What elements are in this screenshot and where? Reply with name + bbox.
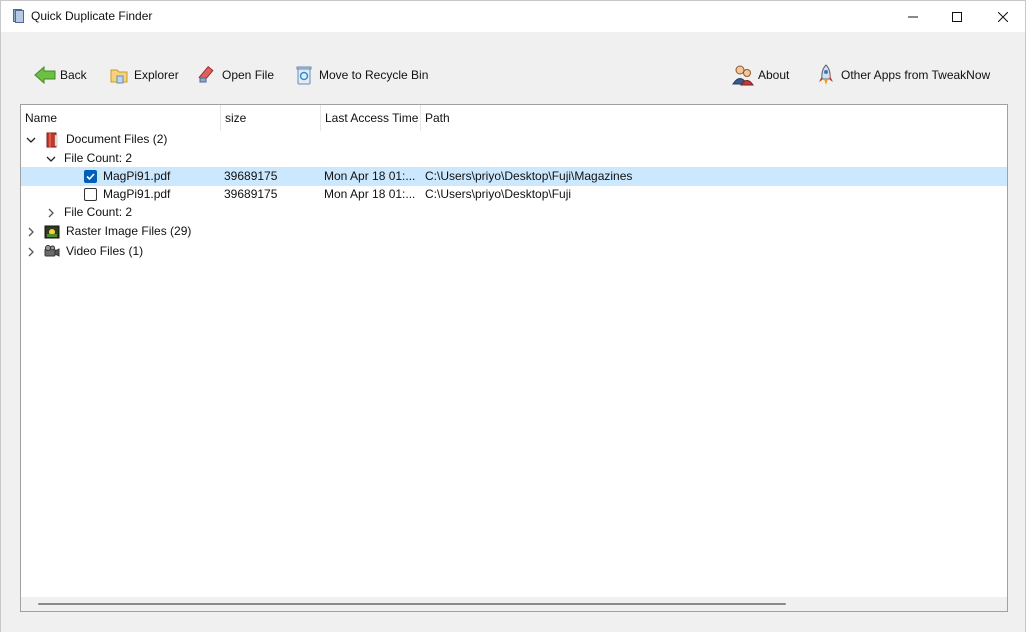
video-camera-icon: [44, 244, 60, 260]
back-arrow-icon: [34, 64, 56, 86]
open-file-button[interactable]: Open File: [196, 62, 274, 88]
horizontal-scrollbar-thumb[interactable]: [38, 603, 786, 605]
table-row[interactable]: MagPi91.pdf 39689175 Mon Apr 18 01:... C…: [21, 167, 1007, 186]
tree-group-video-files[interactable]: Video Files (1): [21, 242, 1007, 261]
app-icon: [13, 9, 24, 23]
chevron-right-icon[interactable]: [25, 222, 37, 241]
move-to-recycle-bin-button[interactable]: Move to Recycle Bin: [293, 62, 428, 88]
chevron-down-icon[interactable]: [45, 149, 57, 168]
horizontal-scrollbar[interactable]: [21, 597, 1007, 611]
maximize-icon: [952, 11, 962, 22]
tree-subgroup-file-count[interactable]: File Count: 2: [21, 149, 1007, 168]
tree-subgroup-file-count[interactable]: File Count: 2: [21, 203, 1007, 222]
recycle-label: Move to Recycle Bin: [319, 68, 429, 82]
chevron-right-icon[interactable]: [25, 242, 37, 261]
open-file-icon: [196, 64, 218, 86]
checkmark-icon: [86, 173, 95, 181]
toolbar: Back Explorer Open File Move to Recycle …: [1, 32, 1025, 104]
file-count-label: File Count: 2: [64, 205, 133, 219]
explorer-label: Explorer: [134, 68, 179, 82]
title-bar[interactable]: Quick Duplicate Finder: [1, 1, 1025, 32]
maximize-button[interactable]: [934, 1, 980, 32]
image-icon: [44, 224, 60, 240]
open-file-label: Open File: [222, 68, 275, 82]
tree-group-label: Video Files (1): [66, 244, 144, 258]
rocket-icon: [815, 64, 837, 86]
chevron-down-icon[interactable]: [25, 130, 37, 149]
column-name[interactable]: Name: [21, 105, 221, 131]
column-header: Name size Last Access Time Path: [21, 105, 1007, 131]
file-name: MagPi91.pdf: [103, 187, 171, 201]
file-count-label: File Count: 2: [64, 151, 133, 165]
window-bottom-strip: [1, 612, 1025, 632]
file-path: C:\Users\priyo\Desktop\Fuji\Magazines: [425, 169, 633, 183]
users-icon: [732, 64, 754, 86]
tree-group-document-files[interactable]: Document Files (2): [21, 130, 1007, 149]
other-apps-label: Other Apps from TweakNow: [841, 68, 991, 82]
folder-icon: [108, 64, 130, 86]
explorer-button[interactable]: Explorer: [108, 62, 179, 88]
tree-group-label: Raster Image Files (29): [66, 224, 192, 238]
column-path[interactable]: Path: [421, 105, 1007, 131]
file-last-access: Mon Apr 18 01:...: [324, 187, 416, 201]
column-last-access[interactable]: Last Access Time: [321, 105, 421, 131]
recycle-bin-icon: [293, 64, 315, 86]
app-window: Quick Duplicate Finder Back Explorer Ope…: [0, 0, 1026, 632]
table-row[interactable]: MagPi91.pdf 39689175 Mon Apr 18 01:... C…: [21, 185, 1007, 204]
tree-group-raster-image-files[interactable]: Raster Image Files (29): [21, 222, 1007, 241]
file-size: 39689175: [224, 169, 278, 183]
close-button[interactable]: [980, 1, 1026, 32]
column-size[interactable]: size: [221, 105, 321, 131]
results-tree[interactable]: Name size Last Access Time Path Document…: [20, 104, 1008, 612]
back-label: Back: [60, 68, 87, 82]
about-button[interactable]: About: [732, 62, 789, 88]
about-label: About: [758, 68, 790, 82]
file-last-access: Mon Apr 18 01:...: [324, 169, 416, 183]
back-button[interactable]: Back: [34, 62, 87, 88]
file-size: 39689175: [224, 187, 278, 201]
file-checkbox[interactable]: [84, 170, 97, 183]
other-apps-button[interactable]: Other Apps from TweakNow: [815, 62, 990, 88]
tree-group-label: Document Files (2): [66, 132, 168, 146]
file-path: C:\Users\priyo\Desktop\Fuji: [425, 187, 572, 201]
file-name: MagPi91.pdf: [103, 169, 171, 183]
minimize-button[interactable]: [890, 1, 936, 32]
document-book-icon: [44, 132, 60, 148]
window-title: Quick Duplicate Finder: [31, 9, 153, 23]
chevron-right-icon[interactable]: [45, 203, 57, 222]
file-checkbox[interactable]: [84, 188, 97, 201]
minimize-icon: [908, 16, 918, 17]
close-icon: [998, 11, 1008, 22]
